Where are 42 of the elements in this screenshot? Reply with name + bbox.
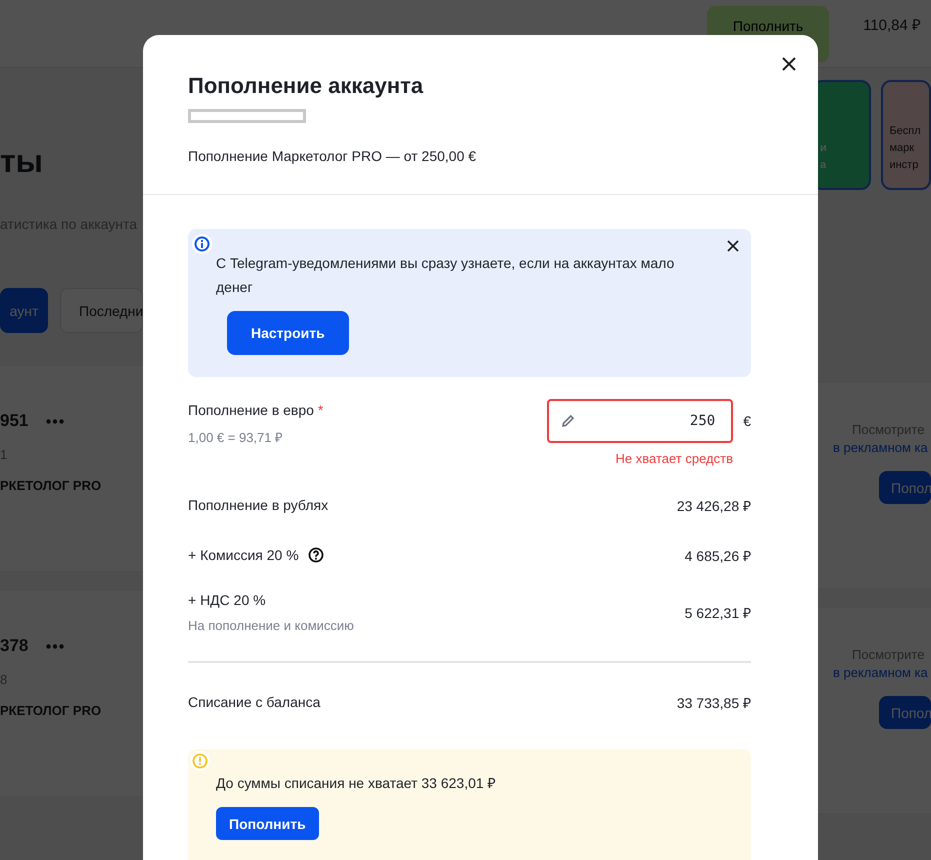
account-number: 951 <box>0 411 28 431</box>
row-value: 5 622,31 ₽ <box>684 604 751 622</box>
more-icon[interactable] <box>46 644 64 648</box>
ad-cabinet-link[interactable]: в рекламном ка <box>815 439 928 457</box>
close-icon[interactable] <box>727 240 739 252</box>
promo-card[interactable]: Беспл марк инстр <box>881 80 931 190</box>
row-note: На пополнение и комиссию <box>188 618 354 633</box>
required-mark: * <box>318 402 324 418</box>
help-icon[interactable] <box>308 547 324 563</box>
topup-button[interactable]: Попол <box>879 471 931 504</box>
topup-button[interactable]: Пополнить <box>216 807 319 840</box>
amount-input[interactable]: 250 <box>547 399 734 443</box>
account-brand: РКЕТОЛОГ PRO <box>0 478 102 493</box>
ad-cabinet-link[interactable]: в рекламном ка <box>815 664 928 682</box>
field-label: Пополнение в евро <box>188 402 314 418</box>
dialog-title: Пополнение аккаунта <box>188 73 424 99</box>
total-value: 33 733,85 ₽ <box>676 694 751 712</box>
exchange-rate: 1,00 € = 93,71 ₽ <box>188 429 284 446</box>
pencil-icon <box>561 414 576 428</box>
banner-text: С Telegram-уведомлениями вы сразу узнаете, если на аккаунтах мало денег <box>216 254 676 297</box>
balance-text: 110,84 ₽ <box>863 16 921 36</box>
total-label: Списание с баланса <box>188 694 320 710</box>
info-icon <box>192 234 212 254</box>
account-number: 378 <box>0 636 28 656</box>
warning-icon <box>190 751 210 771</box>
filter-button[interactable]: аунт <box>0 288 48 333</box>
dialog-description: Пополнение Маркетолог PRO — от 250,00 € <box>188 148 478 164</box>
row-label: Пополнение в рублях <box>188 497 328 513</box>
error-text: Не хватает средств <box>616 451 733 466</box>
topup-button[interactable]: Попол <box>879 696 931 729</box>
more-icon[interactable] <box>46 418 64 424</box>
close-icon[interactable] <box>782 57 796 71</box>
account-brand: РКЕТОЛОГ PRO <box>0 703 102 718</box>
warning-text: До суммы списания не хватает 33 623,01 ₽ <box>216 774 497 793</box>
setup-button[interactable]: Настроить <box>227 311 349 355</box>
row-value: 23 426,28 ₽ <box>676 496 751 514</box>
page-heading: ты <box>0 143 44 180</box>
currency-sign: € <box>743 413 751 429</box>
row-value: 4 685,26 ₽ <box>684 546 751 564</box>
row-label: + Комиссия 20 % <box>188 547 299 563</box>
row-label: + НДС 20 % <box>188 592 266 608</box>
filter-button[interactable]: Последни <box>60 288 143 333</box>
